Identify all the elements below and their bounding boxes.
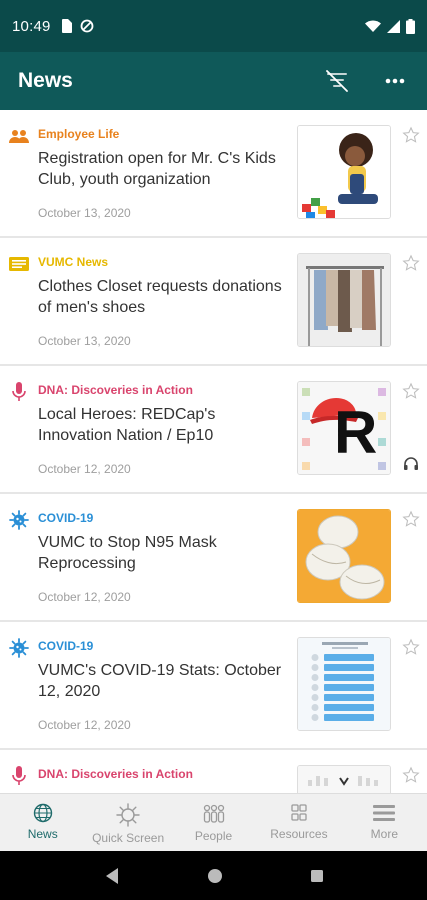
news-article[interactable]: Employee Life Registration open for Mr. … bbox=[0, 110, 427, 236]
page-title: News bbox=[18, 69, 73, 92]
clothes-rack-thumbnail[interactable] bbox=[297, 253, 391, 347]
article-category: COVID-19 bbox=[38, 511, 94, 525]
stats-infographic-thumbnail[interactable] bbox=[297, 637, 391, 731]
home-icon[interactable] bbox=[207, 868, 223, 884]
people-group-icon bbox=[203, 804, 224, 823]
redcap-logo-thumbnail[interactable]: R bbox=[297, 381, 391, 475]
signal-icon bbox=[387, 19, 400, 33]
news-article[interactable]: COVID-19 VUMC to Stop N95 Mask Reprocess… bbox=[0, 494, 427, 620]
filter-off-button[interactable] bbox=[323, 67, 351, 95]
news-article[interactable]: VUMC News Clothes Closet requests donati… bbox=[0, 238, 427, 364]
article-category: COVID-19 bbox=[38, 639, 94, 653]
audio-thumbnail[interactable] bbox=[297, 765, 391, 793]
article-category: DNA: Discoveries in Action bbox=[38, 383, 193, 397]
article-date: October 12, 2020 bbox=[38, 462, 131, 476]
article-date: October 12, 2020 bbox=[38, 718, 131, 732]
more-options-button[interactable] bbox=[381, 67, 409, 95]
status-time: 10:49 bbox=[12, 17, 51, 35]
battery-icon bbox=[406, 18, 415, 34]
app-actions bbox=[323, 67, 409, 95]
article-category: VUMC News bbox=[38, 255, 109, 269]
article-date: October 13, 2020 bbox=[38, 206, 131, 220]
article-title[interactable]: VUMC's COVID-19 Stats: October 12, 2020 bbox=[38, 660, 288, 702]
favorite-star-icon[interactable] bbox=[402, 510, 420, 528]
article-date: October 12, 2020 bbox=[38, 590, 131, 604]
article-date: October 13, 2020 bbox=[38, 334, 131, 348]
data-saver-icon bbox=[80, 19, 93, 33]
globe-icon bbox=[33, 803, 52, 823]
microphone-icon bbox=[9, 382, 29, 402]
people-icon bbox=[9, 126, 29, 146]
virus-icon bbox=[9, 638, 29, 658]
favorite-star-icon[interactable] bbox=[402, 638, 420, 656]
wifi-icon bbox=[365, 20, 381, 32]
n95-masks-thumbnail[interactable] bbox=[297, 509, 391, 603]
menu-icon bbox=[373, 805, 396, 821]
recents-icon[interactable] bbox=[310, 869, 324, 883]
nav-item-more[interactable]: More bbox=[342, 794, 427, 851]
nav-item-news[interactable]: News bbox=[0, 794, 85, 851]
nav-item-people[interactable]: People bbox=[171, 794, 256, 851]
virus-icon bbox=[116, 803, 140, 827]
more-horizontal-icon bbox=[385, 78, 405, 84]
newspaper-icon bbox=[9, 254, 29, 274]
article-category: Employee Life bbox=[38, 127, 120, 141]
microphone-icon bbox=[9, 766, 29, 786]
headphones-icon bbox=[404, 457, 418, 470]
status-left-icons bbox=[61, 19, 94, 33]
system-navigation-bar bbox=[0, 851, 427, 900]
news-article[interactable]: DNA: Discoveries in Action Local Heroes:… bbox=[0, 366, 427, 492]
article-title[interactable]: Clothes Closet requests donations of men… bbox=[38, 276, 288, 318]
status-right-icons bbox=[365, 18, 415, 34]
bottom-navigation: News Quick Screen People Resources More bbox=[0, 793, 427, 851]
favorite-star-icon[interactable] bbox=[402, 254, 420, 272]
status-bar: 10:49 bbox=[0, 0, 427, 52]
virus-icon bbox=[9, 510, 29, 530]
news-article[interactable]: DNA: Discoveries in Action bbox=[0, 750, 427, 793]
nav-item-resources[interactable]: Resources bbox=[256, 794, 341, 851]
redcap-logo-letter: R bbox=[334, 399, 378, 466]
back-icon[interactable] bbox=[104, 867, 120, 885]
grid-icon bbox=[291, 804, 307, 821]
article-title[interactable]: VUMC to Stop N95 Mask Reprocessing bbox=[38, 532, 288, 574]
news-feed[interactable]: Employee Life Registration open for Mr. … bbox=[0, 110, 427, 793]
child-playing-thumbnail[interactable] bbox=[297, 125, 391, 219]
nav-label-news: News bbox=[27, 827, 58, 841]
article-category: DNA: Discoveries in Action bbox=[38, 767, 193, 781]
article-title[interactable]: Local Heroes: REDCap's Innovation Nation… bbox=[38, 404, 288, 446]
nav-label-people: People bbox=[194, 829, 233, 843]
sim-card-icon bbox=[61, 19, 72, 33]
article-title[interactable]: Registration open for Mr. C's Kids Club,… bbox=[38, 148, 288, 190]
nav-item-quick-screen[interactable]: Quick Screen bbox=[85, 794, 170, 851]
app-bar: News bbox=[0, 52, 427, 110]
nav-label-quick-screen: Quick Screen bbox=[92, 831, 165, 845]
nav-label-more: More bbox=[370, 827, 398, 841]
nav-label-resources: Resources bbox=[270, 827, 328, 841]
favorite-star-icon[interactable] bbox=[402, 766, 420, 784]
favorite-star-icon[interactable] bbox=[402, 382, 420, 400]
news-article[interactable]: COVID-19 VUMC's COVID-19 Stats: October … bbox=[0, 622, 427, 748]
favorite-star-icon[interactable] bbox=[402, 126, 420, 144]
filter-off-icon bbox=[326, 70, 348, 92]
